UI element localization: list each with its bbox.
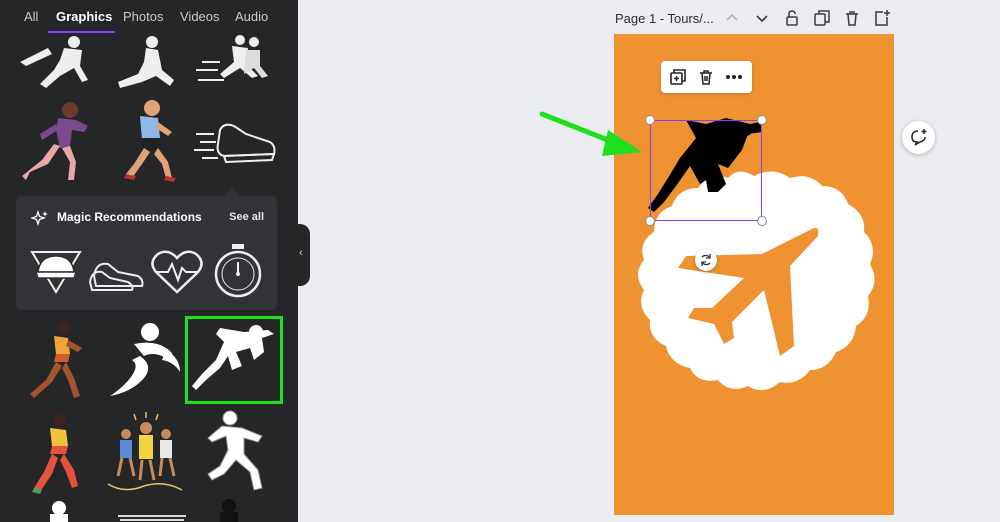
resize-handle-top-right[interactable] [757,115,767,125]
add-page-icon[interactable] [873,9,891,27]
graphic-group-runners[interactable] [104,410,186,494]
graphic-heart-pulse-icon[interactable] [150,248,204,296]
page-title[interactable]: Page 1 - Tours/... [615,11,714,26]
graphic-runner-woman-pink[interactable] [18,100,98,184]
design-canvas-page[interactable] [614,34,894,515]
chevron-up-icon[interactable] [723,9,741,27]
tab-graphics[interactable]: Graphics [56,9,112,24]
element-toolbar [661,61,752,93]
graphic-stopwatch-icon[interactable] [212,242,264,300]
graphic-sneaker-lines[interactable] [194,116,278,170]
graphics-sidebar: All Graphics Photos Videos Audio Magic R… [0,0,298,522]
chevron-down-icon[interactable] [753,9,771,27]
collapse-panel-button[interactable]: ‹ [298,224,310,286]
graphic-shoes-icon[interactable] [88,252,146,292]
green-arrow-annotation [539,111,642,156]
magic-caret [224,188,240,196]
magic-recommendations-panel: Magic Recommendations See all [16,196,277,310]
duplicate-page-icon[interactable] [813,9,831,27]
graphic-runner-man-blue[interactable] [112,98,184,184]
comment-add-icon [911,129,927,146]
active-tab-indicator [48,31,115,33]
tab-all[interactable]: All [24,9,38,24]
tab-photos[interactable]: Photos [123,9,163,24]
graphic-partial-3[interactable] [214,498,244,522]
see-all-link[interactable]: See all [229,211,264,223]
trash-icon[interactable] [843,9,861,27]
resize-handle-bottom-right[interactable] [757,216,767,226]
graphic-runner-woman-orange[interactable] [24,318,90,402]
graphic-runners-lines[interactable] [194,34,272,90]
more-icon[interactable] [725,68,743,86]
selected-graphic-highlight [185,316,283,404]
duplicate-icon[interactable] [669,68,687,86]
unlock-icon[interactable] [783,9,801,27]
rotate-handle[interactable] [695,249,717,271]
graphic-runner-outline-white[interactable] [202,410,274,494]
canvas-artwork [638,118,875,391]
rotate-icon [701,254,711,266]
graphic-partial-1[interactable] [44,500,74,522]
graphic-runner-stylized-white[interactable] [104,322,184,398]
graphic-runner-white-2[interactable] [112,36,184,94]
graphic-runner-white-1[interactable] [16,36,106,94]
graphic-runner-woman-colorful[interactable] [26,412,86,494]
selection-box[interactable] [650,120,762,221]
add-comment-button[interactable] [902,121,935,154]
trash-icon[interactable] [697,68,715,86]
graphic-partial-2[interactable] [116,514,188,522]
resize-handle-bottom-left[interactable] [645,216,655,226]
sparkle-icon [31,210,48,227]
tab-audio[interactable]: Audio [235,9,268,24]
tab-videos[interactable]: Videos [180,9,220,24]
graphic-cap-icon[interactable] [28,246,84,296]
sidebar-tabs: All Graphics Photos Videos Audio [0,0,298,34]
magic-recommendations-title: Magic Recommendations [57,210,202,224]
chevron-left-icon: ‹ [299,247,303,259]
